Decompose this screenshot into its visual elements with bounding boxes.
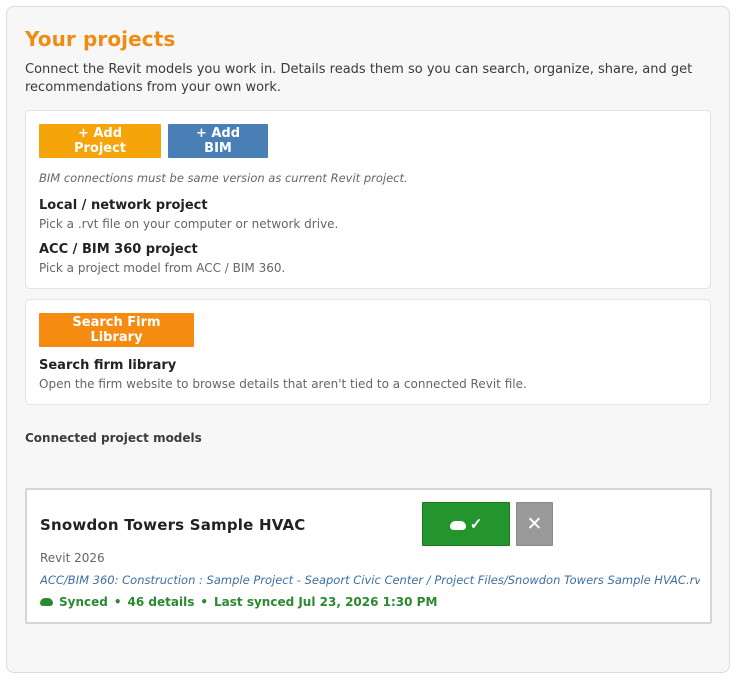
page-intro: Connect the Revit models you work in. De…: [25, 62, 693, 95]
connected-models-label: Connected project models: [25, 431, 202, 445]
acc-project-title: ACC / BIM 360 project: [39, 242, 198, 257]
model-version: Revit 2026: [40, 551, 105, 565]
last-synced: Last synced Jul 23, 2026 1:30 PM: [214, 595, 438, 609]
local-project-description: Pick a .rvt file on your computer or net…: [39, 217, 339, 231]
search-firm-library-button[interactable]: Search Firm Library: [39, 313, 194, 347]
add-bim-button[interactable]: + Add BIM: [168, 124, 268, 158]
firm-library-card: Search Firm Library Search firm library …: [25, 299, 711, 405]
bim-version-note: BIM connections must be same version as …: [39, 171, 408, 185]
page-title: Your projects: [25, 27, 176, 51]
add-project-card: + Add Project + Add BIM BIM connections …: [25, 110, 711, 289]
close-icon: ✕: [526, 513, 543, 535]
model-card: Snowdon Towers Sample HVAC ✓ ✕ Revit 202…: [25, 488, 712, 624]
status-separator: •: [113, 595, 122, 609]
sync-button[interactable]: ✓: [422, 502, 510, 546]
synced-cloud-icon: [40, 598, 53, 606]
acc-project-description: Pick a project model from ACC / BIM 360.: [39, 261, 286, 275]
cloud-icon: [449, 520, 466, 530]
add-project-button[interactable]: + Add Project: [39, 124, 161, 158]
local-project-title: Local / network project: [39, 198, 208, 213]
sync-status-row: Synced • 46 details • Last synced Jul 23…: [40, 595, 437, 609]
status-separator: •: [200, 595, 209, 609]
remove-model-button[interactable]: ✕: [516, 502, 553, 546]
model-name: Snowdon Towers Sample HVAC: [40, 516, 306, 534]
sync-status: Synced: [59, 595, 108, 609]
model-path: ACC/BIM 360: Construction : Sample Proje…: [40, 573, 700, 587]
details-count: 46 details: [127, 595, 195, 609]
projects-panel: Your projects Connect the Revit models y…: [6, 6, 730, 673]
check-icon: ✓: [469, 516, 483, 533]
firm-library-title: Search firm library: [39, 358, 177, 373]
firm-library-description: Open the firm website to browse details …: [39, 377, 527, 391]
